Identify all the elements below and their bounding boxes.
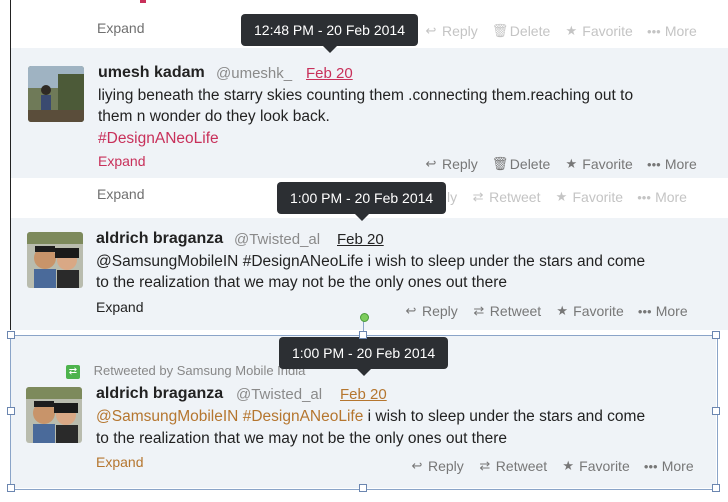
tweet-text: i wish to sleep under the stars and come [363, 408, 646, 425]
tweet-panel-3: ⇄ Retweeted by Samsung Mobile India aldr… [0, 332, 728, 502]
tweet-actions-faded: ↩ Reply 🗑 Delete ★ Favorite ••• More [424, 23, 697, 39]
favorite-button[interactable]: ★ Favorite [564, 23, 632, 39]
star-icon: ★ [565, 156, 578, 171]
resize-handle-w[interactable] [7, 407, 15, 415]
star-icon: ★ [565, 23, 578, 38]
retweet-button[interactable]: ⇄ Retweet [471, 189, 541, 205]
delete-button[interactable]: 🗑 Delete [492, 23, 550, 39]
favorite-button[interactable]: ★ Favorite [564, 156, 632, 172]
tweet-text-line1: liying beneath the starry skies counting… [98, 87, 634, 104]
tweet-panel-1: Expand ↩ Reply 🗑 Delete ★ Favorite ••• More … [0, 0, 728, 178]
user-name[interactable]: aldrich braganza [96, 230, 223, 248]
retweet-button[interactable]: ⇄ Retweet [472, 303, 541, 319]
ellipsis-icon: ••• [647, 156, 661, 172]
expand-link[interactable]: Expand [98, 153, 145, 169]
tweet-text-line1: @SamsungMobileIN #DesignANeoLife i wish … [96, 251, 645, 273]
delete-button[interactable]: 🗑 Delete [492, 156, 550, 172]
retweet-icon: ⇄ [479, 458, 491, 473]
reply-button[interactable]: ↩ Reply [424, 156, 478, 172]
tweet-date[interactable]: Feb 20 [337, 231, 384, 248]
avatar[interactable] [28, 66, 84, 122]
star-icon: ★ [562, 458, 574, 473]
timestamp-tooltip: 12:48 PM - 20 Feb 2014 [241, 14, 418, 53]
more-button[interactable]: ••• More [644, 458, 694, 474]
tweet-text: i wish to sleep under the stars and come [363, 253, 646, 270]
favorite-button[interactable]: ★ Favorite [554, 189, 623, 205]
trash-icon: 🗑 [491, 23, 509, 38]
user-handle[interactable]: @Twisted_al [236, 386, 322, 403]
reply-button[interactable]: ↩ Reply [410, 458, 464, 474]
tweet-text-line2: them n wonder do they look back. [98, 108, 330, 125]
retweet-button[interactable]: ⇄ Retweet [478, 458, 547, 474]
mention-link[interactable]: @SamsungMobileIN [96, 253, 238, 270]
tweet-actions: ↩ Reply 🗑 Delete ★ Favorite ••• More [424, 156, 697, 172]
star-icon: ★ [555, 189, 568, 204]
hashtag-link[interactable]: #DesignANeoLife [98, 128, 219, 150]
reply-icon: ↩ [405, 303, 417, 318]
timestamp-tooltip: 1:00 PM - 20 Feb 2014 [277, 182, 447, 221]
resize-handle-e[interactable] [712, 407, 720, 415]
avatar[interactable] [27, 232, 83, 288]
trash-icon: 🗑 [491, 156, 509, 171]
tweet-date[interactable]: Feb 20 [340, 386, 387, 403]
expand-link[interactable]: Expand [97, 20, 144, 36]
reply-icon: ↩ [425, 156, 437, 171]
reply-icon: ↩ [411, 458, 423, 473]
hashtag-link[interactable]: #DesignANeoLife [243, 253, 364, 270]
user-handle[interactable]: @umeshk_ [216, 65, 292, 82]
resize-handle-ne[interactable] [712, 331, 720, 339]
favorite-button[interactable]: ★ Favorite [561, 458, 629, 474]
retweet-icon: ⇄ [473, 303, 485, 318]
timestamp-tooltip: 1:00 PM - 20 Feb 2014 [279, 337, 449, 376]
retweet-icon: ⇄ [66, 364, 80, 379]
expand-link[interactable]: Expand [97, 186, 144, 202]
resize-handle-s[interactable] [359, 484, 367, 492]
resize-handle-n[interactable] [359, 331, 367, 339]
cropped-mark [140, 0, 146, 3]
tweet-panel-2: Expand ly ⇄ Retweet ★ Favorite ••• More ald… [0, 178, 728, 330]
tweet-text-line2: to the realization that we may not be th… [96, 430, 508, 447]
user-name[interactable]: umesh kadam [98, 64, 205, 82]
retweeted-by-text: Retweeted by Samsung Mobile India [93, 363, 306, 378]
retweet-icon: ⇄ [472, 189, 484, 204]
resize-handle-se[interactable] [712, 484, 720, 492]
tweet-text-line1: @SamsungMobileIN #DesignANeoLife i wish … [96, 406, 645, 428]
favorite-button[interactable]: ★ Favorite [555, 303, 623, 319]
expand-link[interactable]: Expand [96, 299, 143, 315]
reply-button[interactable]: ly [447, 189, 457, 205]
more-button[interactable]: ••• More [638, 303, 688, 319]
more-button[interactable]: ••• More [647, 23, 697, 39]
tweet-text-line2: to the realization that we may not be th… [96, 274, 508, 291]
mention-link[interactable]: @SamsungMobileIN [96, 408, 238, 425]
retweeted-by[interactable]: ⇄ Retweeted by Samsung Mobile India [66, 363, 305, 379]
more-button[interactable]: ••• More [637, 189, 687, 205]
tweet-actions: ↩ Reply ⇄ Retweet ★ Favorite ••• More [404, 303, 688, 319]
star-icon: ★ [556, 303, 568, 318]
ellipsis-icon: ••• [643, 458, 658, 474]
reply-icon: ↩ [425, 23, 437, 38]
reply-button[interactable]: ↩ Reply [424, 23, 478, 39]
user-handle[interactable]: @Twisted_al [234, 231, 320, 248]
ellipsis-icon: ••• [647, 23, 661, 39]
tweet-date[interactable]: Feb 20 [306, 65, 353, 82]
hashtag-link[interactable]: #DesignANeoLife [243, 408, 364, 425]
ellipsis-icon: ••• [637, 303, 652, 319]
ellipsis-icon: ••• [637, 189, 651, 205]
resize-handle-nw[interactable] [7, 331, 15, 339]
avatar[interactable] [26, 387, 82, 443]
more-button[interactable]: ••• More [647, 156, 697, 172]
reply-button[interactable]: ↩ Reply [404, 303, 458, 319]
tweet-actions-faded: ly ⇄ Retweet ★ Favorite ••• More [447, 189, 687, 205]
expand-link[interactable]: Expand [96, 454, 143, 470]
tweet-actions: ↩ Reply ⇄ Retweet ★ Favorite ••• More [410, 458, 694, 474]
resize-handle-sw[interactable] [7, 484, 15, 492]
rotate-handle[interactable] [360, 313, 369, 322]
user-name[interactable]: aldrich braganza [96, 385, 223, 403]
